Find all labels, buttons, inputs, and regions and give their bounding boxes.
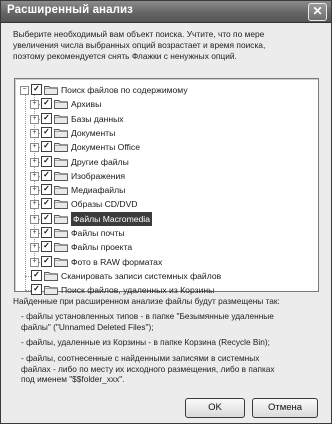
expand-icon[interactable]: + [30,200,39,210]
tree-item[interactable]: + ✓ Изображения [15,169,315,183]
tree-item[interactable]: + ✓ Документы Office [15,140,315,154]
tree-item-label: Образы CD/DVD [71,199,138,210]
tree-item-label: Сканировать записи системных файлов [61,270,222,281]
info-heading: Найденные при расширенном анализе файлы … [13,296,280,306]
checkbox[interactable]: ✓ [41,141,52,153]
tree-item-label: Поиск файлов по содержимому [61,85,188,95]
info-line: - файлы, соотнесенные с найденными запис… [21,353,260,363]
expand-icon[interactable]: + [30,157,39,167]
info-line: под именем "$$folder_xxx". [21,374,125,384]
tree-item-label: Документы [71,127,116,138]
tree-item-label: Другие файлы [71,156,129,167]
checkbox[interactable]: ✓ [41,227,52,238]
folder-icon [44,285,58,296]
collapse-icon[interactable]: − [20,86,29,95]
folder-icon [54,199,68,210]
folder-icon [54,114,68,124]
info-bullet-system: - файлы, соотнесенные с найденными запис… [21,353,329,385]
intro-line: Выберите необходимый вам объект поиска. … [13,29,265,39]
checkbox[interactable]: ✓ [41,112,52,124]
tree-item[interactable]: + ✓ Архивы [15,97,315,111]
title-bar: Расширенный анализ ✕ [1,1,331,23]
checkbox[interactable]: ✓ [31,84,42,95]
expand-icon[interactable]: + [30,229,39,238]
checkbox[interactable]: ✓ [41,169,52,181]
folder-icon [54,214,68,224]
tree-item-label: Архивы [71,99,102,110]
folder-icon [54,185,68,196]
folder-icon [54,171,68,181]
folder-icon [54,157,68,167]
folder-icon [54,99,68,110]
tree-item[interactable]: + ✓ Другие файлы [15,155,315,169]
checkbox[interactable]: ✓ [41,255,52,267]
expand-icon[interactable]: + [30,128,39,138]
expand-icon[interactable]: + [30,100,39,110]
tree-item-system-records[interactable]: ✓ Сканировать записи системных файлов [15,269,315,283]
info-line: - файлы установленных типов - в папке "Б… [21,311,274,321]
folder-icon [54,142,68,153]
checkbox[interactable]: ✓ [31,284,42,296]
checkbox[interactable]: ✓ [41,155,52,167]
expand-icon[interactable]: + [30,214,39,224]
tree-item[interactable]: + ✓ Файлы проекта [15,240,315,254]
checkbox[interactable]: ✓ [41,198,52,210]
folder-icon [54,128,68,138]
folder-icon [54,228,68,238]
folder-icon [54,242,68,253]
expand-icon[interactable]: + [30,186,39,196]
folder-icon [44,271,58,281]
tree-item-label: Изображения [71,170,126,181]
info-bullet-unnamed: - файлы установленных типов - в папке "Б… [21,311,329,332]
tree-item-label: Фото в RAW форматах [71,256,163,267]
checkbox[interactable]: ✓ [41,241,52,253]
tree-item-label: Файлы Macromedia [71,211,152,226]
expand-icon[interactable]: + [30,143,39,153]
tree-item-label: Базы данных [71,113,124,124]
tree-item-label: Файлы почты [71,228,125,238]
tree-item[interactable]: + ✓ Базы данных [15,112,315,126]
checkbox[interactable]: ✓ [41,98,52,110]
expand-icon[interactable]: + [30,171,39,181]
tree-item-label: Медиафайлы [71,185,126,196]
tree-item[interactable]: + ✓ Фото в RAW форматах [15,255,315,269]
folder-icon [54,257,68,267]
dialog-title: Расширенный анализ [7,4,133,16]
tree-item-root[interactable]: − ✓ Поиск файлов по содержимому [15,83,315,97]
tree-item[interactable]: + ✓ Медиафайлы [15,183,315,197]
tree-item[interactable]: + ✓ Файлы почты [15,226,315,240]
intro-line: поэтому рекомендуется снять Флажки с нен… [13,51,237,61]
tree-item[interactable]: + ✓ Файлы Macromedia [15,211,315,226]
expand-icon[interactable]: + [30,114,39,124]
folder-icon [44,85,58,95]
close-button[interactable]: ✕ [308,3,327,21]
tree-item[interactable]: + ✓ Документы [15,126,315,140]
tree-item-label: Документы Office [71,142,140,153]
info-line: файлы" ("Unnamed Deleted Files"); [21,321,154,332]
checkbox[interactable]: ✓ [31,269,42,281]
expand-icon[interactable]: + [30,257,39,267]
checkbox[interactable]: ✓ [41,184,52,196]
tree-item-label: Файлы проекта [71,242,133,253]
ok-button[interactable]: OK [185,398,245,418]
intro-text: Выберите необходимый вам объект поиска. … [13,29,319,62]
cancel-button[interactable]: Отмена [252,398,318,418]
file-type-tree[interactable]: − ✓ Поиск файлов по содержимому + ✓ Архивы + ✓ Б… [14,78,319,296]
checkbox[interactable]: ✓ [41,212,52,224]
expand-icon[interactable]: + [30,243,39,253]
checkbox[interactable]: ✓ [41,126,52,138]
advanced-analysis-dialog: Расширенный анализ ✕ Выберите необходимы… [0,0,332,424]
info-line: файлах - либо по месту их исходного разм… [21,363,275,374]
intro-line: увеличения числа выбранных опций возраст… [13,40,266,50]
tree-item[interactable]: + ✓ Образы CD/DVD [15,197,315,211]
info-bullet-recycle: - файлы, удаленные из Корзины - в папке … [21,337,270,347]
